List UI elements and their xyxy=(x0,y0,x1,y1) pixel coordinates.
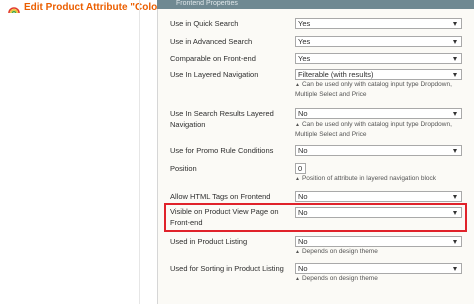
panel-heading: Frontend Properties xyxy=(176,0,238,7)
note-layered-navigation: ▲ Can be used only with catalog input typ… xyxy=(295,81,452,88)
label-position: Position xyxy=(170,164,197,173)
select-product-listing[interactable]: No xyxy=(295,236,462,247)
select-sorting[interactable]: No xyxy=(295,263,462,274)
sidebar xyxy=(0,17,140,304)
select-layered-navigation[interactable]: Filterable (with results) xyxy=(295,69,462,80)
note-product-listing: ▲ Depends on design theme xyxy=(295,248,378,255)
label-promo-rule: Use for Promo Rule Conditions xyxy=(170,146,274,155)
rainbow-icon xyxy=(8,7,20,14)
select-value: No xyxy=(298,237,308,246)
select-allow-html[interactable]: No xyxy=(295,191,462,202)
note-search-results: ▲ Can be used only with catalog input typ… xyxy=(295,121,452,128)
bullet-icon: ▲ xyxy=(295,82,300,88)
note-layered-navigation-line2: Multiple Select and Price xyxy=(295,91,367,98)
select-value: Filterable (with results) xyxy=(298,70,374,79)
select-comparable[interactable]: Yes xyxy=(295,53,462,64)
label-comparable: Comparable on Front-end xyxy=(170,54,256,63)
dropdown-arrow-icon xyxy=(453,57,457,61)
select-search-results-layered[interactable]: No xyxy=(295,108,462,119)
position-input[interactable]: 0 xyxy=(295,163,306,174)
bullet-icon: ▲ xyxy=(295,249,300,255)
label-quick-search: Use in Quick Search xyxy=(170,19,239,28)
select-value: No xyxy=(298,192,308,201)
select-value: No xyxy=(298,146,308,155)
label-sorting: Used for Sorting in Product Listing xyxy=(170,264,284,273)
select-advanced-search[interactable]: Yes xyxy=(295,36,462,47)
dropdown-arrow-icon xyxy=(453,267,457,271)
bullet-icon: ▲ xyxy=(295,176,300,182)
select-value: Yes xyxy=(298,54,311,63)
label-search-results-line2: Navigation xyxy=(170,120,206,129)
label-product-listing: Used in Product Listing xyxy=(170,237,248,246)
dropdown-arrow-icon xyxy=(453,149,457,153)
bullet-icon: ▲ xyxy=(295,122,300,128)
label-allow-html: Allow HTML Tags on Frontend xyxy=(170,192,271,201)
select-value: Yes xyxy=(298,37,311,46)
note-search-results-line2: Multiple Select and Price xyxy=(295,131,367,138)
input-value: 0 xyxy=(298,164,303,173)
label-layered-navigation: Use In Layered Navigation xyxy=(170,70,259,79)
page-title: Edit Product Attribute "Color" xyxy=(24,2,166,13)
bullet-icon: ▲ xyxy=(295,276,300,282)
note-position: ▲ Position of attribute in layered naviga… xyxy=(295,175,437,182)
dropdown-arrow-icon xyxy=(453,73,457,77)
dropdown-arrow-icon xyxy=(453,40,457,44)
divider xyxy=(139,0,140,304)
select-promo-rule[interactable]: No xyxy=(295,145,462,156)
select-value: No xyxy=(298,109,308,118)
dropdown-arrow-icon xyxy=(453,240,457,244)
dropdown-arrow-icon xyxy=(453,195,457,199)
dropdown-arrow-icon xyxy=(453,22,457,26)
select-value: Yes xyxy=(298,19,311,28)
label-advanced-search: Use in Advanced Search xyxy=(170,37,253,46)
highlight-box xyxy=(164,203,467,232)
label-search-results-line1: Use In Search Results Layered xyxy=(170,109,274,118)
dropdown-arrow-icon xyxy=(453,112,457,116)
select-value: No xyxy=(298,264,308,273)
select-quick-search[interactable]: Yes xyxy=(295,18,462,29)
note-sorting: ▲ Depends on design theme xyxy=(295,275,378,282)
